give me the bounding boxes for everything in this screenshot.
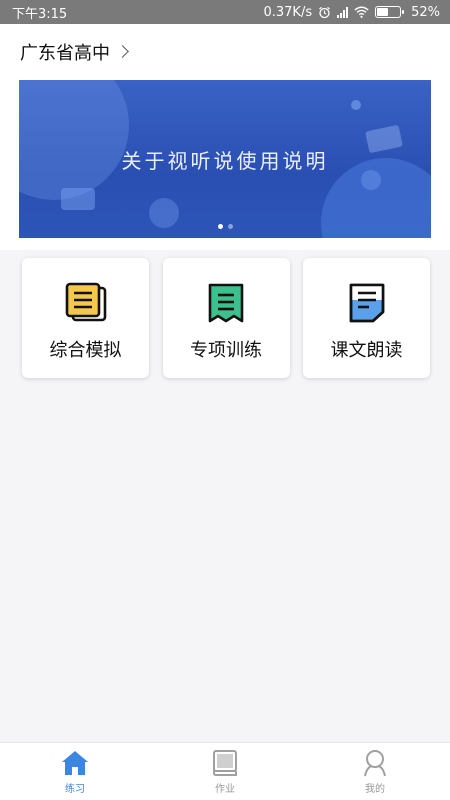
banner-section: 关于视听说使用说明 [0, 80, 450, 250]
user-icon [364, 749, 386, 776]
text-page-icon [349, 283, 384, 323]
document-list-icon [65, 282, 106, 322]
book-icon [213, 749, 237, 776]
bottom-navigation: 练习 作业 我的 [0, 742, 450, 800]
nav-homework[interactable]: 作业 [185, 749, 265, 795]
card-label: 课文朗读 [330, 340, 403, 361]
home-icon [62, 750, 88, 775]
status-time: 下午3:15 [12, 6, 68, 22]
feature-cards: 综合模拟 专项训练 课文朗读 [22, 258, 430, 378]
alarm-icon [319, 6, 330, 18]
carousel-dot-active [217, 224, 223, 229]
chevron-right-icon [116, 44, 129, 58]
banner-carousel[interactable]: 关于视听说使用说明 [19, 80, 431, 238]
nav-profile[interactable]: 我的 [335, 749, 415, 795]
card-label: 综合模拟 [49, 340, 122, 361]
nav-label: 我的 [365, 783, 385, 795]
status-indicators: 0.37K/s 52% [263, 5, 440, 20]
cellular-signal-icon [337, 6, 349, 18]
battery-percent: 52% [411, 4, 440, 20]
region-title: 广东省高中 [20, 43, 110, 64]
nav-label: 作业 [215, 783, 235, 795]
wifi-icon [354, 6, 369, 18]
bookmark-list-icon [208, 283, 244, 323]
banner-title: 关于视听说使用说明 [121, 148, 329, 173]
network-speed: 0.37K/s [263, 4, 313, 20]
status-bar: 下午3:15 0.37K/s 52% [0, 0, 450, 24]
nav-label: 练习 [65, 783, 85, 795]
carousel-indicator [19, 224, 431, 229]
card-special-training[interactable]: 专项训练 [162, 258, 290, 378]
card-text-reading[interactable]: 课文朗读 [303, 258, 430, 378]
battery-icon [375, 6, 405, 18]
region-selector[interactable]: 广东省高中 [0, 24, 450, 80]
nav-practice[interactable]: 练习 [35, 749, 115, 795]
card-comprehensive-mock[interactable]: 综合模拟 [22, 258, 149, 378]
carousel-dot [227, 224, 233, 229]
card-label: 专项训练 [190, 340, 262, 361]
